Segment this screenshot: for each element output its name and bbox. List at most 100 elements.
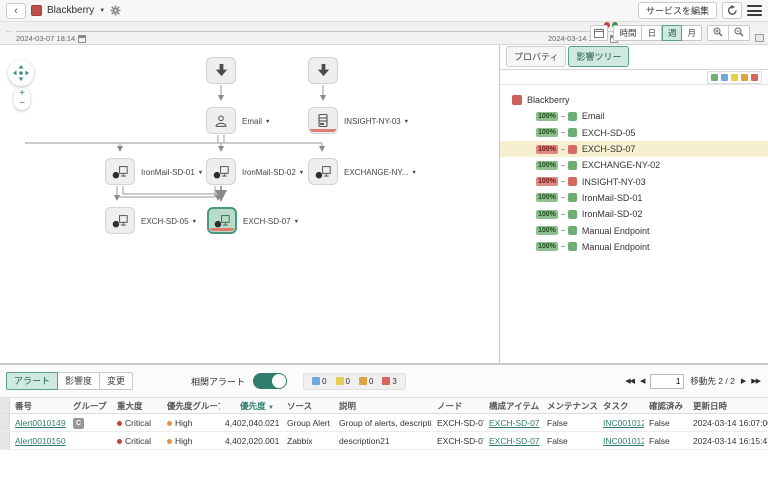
gear-icon[interactable] xyxy=(110,5,121,16)
header-node[interactable]: ノード xyxy=(432,400,484,412)
tree-item[interactable]: 100% Email xyxy=(500,108,768,124)
tab-alerts[interactable]: アラート xyxy=(6,372,58,390)
prev-page-button[interactable]: ◀ xyxy=(640,377,644,385)
topology-canvas[interactable]: + − Email▼ INSIGHT-NY-03▼ IronMail-S xyxy=(0,45,500,363)
tree-item[interactable]: 100% EXCHANGE-NY-02 xyxy=(500,157,768,173)
timeline-pan-left-icon[interactable]: ← xyxy=(5,25,14,35)
timeline-zoom-out-icon[interactable] xyxy=(729,25,750,41)
node-exch-sd-05[interactable] xyxy=(105,207,135,234)
alert-row[interactable]: Alert0010149 C Critical High 4,402,040.0… xyxy=(0,414,768,432)
timeline-track[interactable] xyxy=(16,31,628,32)
impact-tree: Blackberry 100% Email 100% EXCH-SD-05 10… xyxy=(500,85,768,255)
impact-percent-badge: 100% xyxy=(536,242,558,251)
node-label-ironmail-sd-02[interactable]: IronMail-SD-02▼ xyxy=(242,168,304,177)
count-blue-icon xyxy=(312,377,320,385)
header-severity[interactable]: 重大度 xyxy=(112,400,162,412)
unit-week-button[interactable]: 週 xyxy=(662,25,683,41)
node-label-ironmail-sd-01[interactable]: IronMail-SD-01▼ xyxy=(141,168,203,177)
unit-day-button[interactable]: 日 xyxy=(642,25,662,41)
impact-percent-badge: 100% xyxy=(536,210,558,219)
calendar-icon[interactable] xyxy=(78,35,86,43)
topology-edges xyxy=(0,45,500,363)
node-label-exchange-ny[interactable]: EXCHANGE-NY...▼ xyxy=(344,168,417,177)
acknowledged-cell: False xyxy=(644,436,688,446)
first-page-button[interactable]: ◀◀ xyxy=(625,377,634,385)
tree-item[interactable]: 100% INSIGHT-NY-03 xyxy=(500,173,768,189)
node-ironmail-sd-01[interactable] xyxy=(105,158,135,185)
node-exchange-ny[interactable] xyxy=(308,158,338,185)
edit-service-button[interactable]: サービスを編集 xyxy=(638,2,717,19)
header-source[interactable]: ソース xyxy=(282,400,334,412)
timeline-date-picker-button[interactable] xyxy=(590,25,608,41)
export-icon[interactable] xyxy=(755,34,764,42)
page-input[interactable] xyxy=(650,374,684,389)
task-link[interactable]: INC0010122 xyxy=(603,436,644,446)
tree-item-label: Email xyxy=(582,111,605,121)
menu-icon[interactable] xyxy=(747,5,762,16)
ci-link[interactable]: EXCH-SD-07 xyxy=(489,436,540,446)
count-yellow-icon xyxy=(336,377,344,385)
node-exch-sd-07-selected[interactable] xyxy=(207,207,237,234)
alert-number-link[interactable]: Alert0010149 xyxy=(15,418,66,428)
tree-item[interactable]: 100% IronMail-SD-01 xyxy=(500,190,768,206)
header-number[interactable]: 番号 xyxy=(10,400,68,412)
tree-connector xyxy=(561,246,565,247)
timeline-zoom-in-icon[interactable] xyxy=(707,25,729,41)
tab-properties[interactable]: プロパティ xyxy=(506,46,566,67)
legend-blue-icon xyxy=(721,74,728,81)
legend-orange-icon xyxy=(741,74,748,81)
header-description[interactable]: 説明 xyxy=(334,400,432,412)
correlated-alerts-toggle[interactable] xyxy=(253,373,287,389)
node-label-email[interactable]: Email▼ xyxy=(242,117,270,126)
status-square-icon xyxy=(512,95,522,105)
back-button[interactable]: ‹ xyxy=(6,3,26,19)
node-endpoint-download-2[interactable] xyxy=(308,57,338,84)
timeline-unit-switcher: 時間 日 週 月 xyxy=(613,25,702,41)
pan-control[interactable] xyxy=(8,60,34,86)
header-maintenance[interactable]: メンテナンス xyxy=(542,400,598,412)
unit-month-button[interactable]: 月 xyxy=(682,25,702,41)
ci-link[interactable]: EXCH-SD-07 xyxy=(489,418,540,428)
severity-cell: Critical xyxy=(112,418,162,428)
alert-indicator-bar xyxy=(310,129,336,133)
header-updated[interactable]: 更新日時 xyxy=(688,400,768,412)
status-square-icon xyxy=(568,177,577,186)
alert-number-link[interactable]: Alert0010150 xyxy=(15,436,66,446)
header-group[interactable]: グループ xyxy=(68,400,112,412)
node-label-exch-sd-07[interactable]: EXCH-SD-07▼ xyxy=(243,217,299,226)
header-priority-sorted[interactable]: 優先度 ▼ xyxy=(220,400,282,412)
canvas-zoom-out-button[interactable]: − xyxy=(14,99,30,109)
node-label-insight-ny-03[interactable]: INSIGHT-NY-03▼ xyxy=(344,117,409,126)
node-label-exch-sd-05[interactable]: EXCH-SD-05▼ xyxy=(141,217,197,226)
header-task[interactable]: タスク xyxy=(598,400,644,412)
tree-item[interactable]: 100% EXCH-SD-05 xyxy=(500,125,768,141)
tab-changes[interactable]: 変更 xyxy=(100,372,133,390)
critical-dot-icon xyxy=(117,439,122,444)
refresh-button[interactable] xyxy=(722,2,742,19)
tab-impact[interactable]: 影響度 xyxy=(58,372,100,390)
tree-item-root[interactable]: Blackberry xyxy=(500,92,768,108)
node-endpoint-download-1[interactable] xyxy=(206,57,236,84)
tab-impact-tree[interactable]: 影響ツリー xyxy=(568,46,629,67)
tree-item[interactable]: 100% Manual Endpoint xyxy=(500,239,768,255)
source-cell: Group Alert xyxy=(282,418,334,428)
header-priority-group[interactable]: 優先度グループ xyxy=(162,400,220,412)
service-caret-icon[interactable]: ▼ xyxy=(99,8,105,14)
row-gutter xyxy=(0,398,10,413)
node-ironmail-sd-02[interactable] xyxy=(206,158,236,185)
last-page-button[interactable]: ▶▶ xyxy=(751,377,760,385)
task-link[interactable]: INC0010121 xyxy=(603,418,644,428)
tree-item-selected[interactable]: 100% EXCH-SD-07 xyxy=(500,141,768,157)
node-email[interactable] xyxy=(206,107,236,134)
tree-item[interactable]: 100% Manual Endpoint xyxy=(500,222,768,238)
tree-connector xyxy=(561,181,565,182)
unit-hour-button[interactable]: 時間 xyxy=(613,25,642,41)
service-name[interactable]: Blackberry xyxy=(47,5,94,16)
tree-item[interactable]: 100% IronMail-SD-02 xyxy=(500,206,768,222)
impact-percent-badge: 100% xyxy=(536,177,558,186)
node-insight-ny-03[interactable] xyxy=(308,107,338,134)
next-page-button[interactable]: ▶ xyxy=(741,377,745,385)
alert-row[interactable]: Alert0010150 Critical High 4,402,020.001… xyxy=(0,432,768,450)
header-acknowledged[interactable]: 確認済み xyxy=(644,400,688,412)
header-ci[interactable]: 構成アイテム xyxy=(484,400,542,412)
